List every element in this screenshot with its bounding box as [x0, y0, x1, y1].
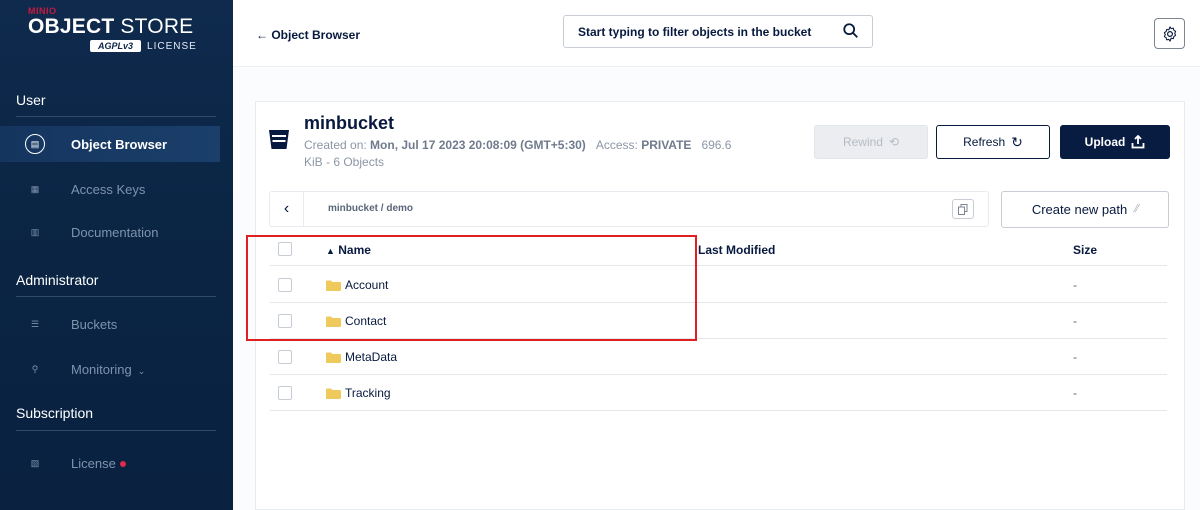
column-header-last-modified[interactable]: Last Modified [698, 243, 775, 257]
refresh-label: Refresh [963, 135, 1006, 149]
sidebar-item-license[interactable]: ▧ License [0, 445, 220, 481]
table-row[interactable]: MetaData - [270, 339, 1167, 375]
folder-icon [326, 352, 341, 363]
bucket-icon [269, 130, 289, 149]
copy-icon [958, 203, 968, 215]
row-name-cell[interactable]: MetaData [326, 350, 397, 364]
row-size: - [1073, 314, 1077, 328]
bucket-metadata: Created on: Mon, Jul 17 2023 20:08:09 (G… [304, 137, 814, 171]
minio-logo[interactable]: MINIO OBJECT STORE AGPLv3 LICENSE [28, 6, 197, 52]
logo-brand: OBJECT STORE [28, 16, 197, 38]
object-browser-icon: ▤ [25, 134, 45, 154]
created-label: Created on: [304, 138, 371, 152]
back-to-object-browser-link[interactable]: ← Object Browser [256, 28, 360, 42]
row-size: - [1073, 278, 1077, 292]
search-icon: ⚲ [31, 363, 39, 374]
document-icon: ▥ [30, 226, 40, 237]
refresh-button[interactable]: Refresh ↻ [936, 125, 1050, 159]
chevron-left-icon: ‹ [283, 200, 290, 217]
path-back-button[interactable]: ‹ [270, 192, 304, 226]
row-name: Tracking [345, 386, 391, 400]
copy-path-button[interactable] [952, 199, 974, 219]
rewind-icon: ⟲ [888, 135, 900, 149]
row-name: MetaData [345, 350, 398, 364]
create-path-label: Create new path [1031, 202, 1128, 217]
bucket-object-count: KiB - 6 Objects [304, 155, 385, 169]
sidebar-item-label: Object Browser [71, 136, 168, 152]
row-size: - [1073, 386, 1077, 400]
row-checkbox[interactable] [278, 386, 292, 400]
key-icon: ▦ [30, 183, 40, 194]
license-icon: ▧ [30, 457, 40, 468]
sidebar-item-label: Access Keys [71, 181, 146, 197]
sidebar-item-label: Documentation [71, 224, 159, 240]
row-checkbox[interactable] [278, 350, 292, 364]
upload-icon [1131, 135, 1145, 149]
sidebar: MINIO OBJECT STORE AGPLv3 LICENSE User ▤… [0, 0, 233, 510]
section-divider [16, 430, 216, 431]
rewind-label: Rewind [842, 135, 883, 149]
upload-label: Upload [1084, 135, 1126, 149]
access-label: Access: [595, 138, 642, 152]
create-path-icon: ⫽ [1133, 203, 1139, 215]
license-text: LICENSE [147, 40, 197, 52]
license-label: License [71, 455, 116, 471]
access-value: PRIVATE [641, 138, 692, 152]
sidebar-item-documentation[interactable]: ▥ Documentation [0, 214, 220, 250]
row-name-cell[interactable]: Tracking [326, 386, 391, 400]
license-alert-dot [119, 461, 126, 468]
settings-button[interactable] [1154, 18, 1185, 49]
sidebar-item-monitoring[interactable]: ⚲ Monitoring ⌄ [0, 351, 220, 387]
agpl-badge: AGPLv3 [90, 40, 142, 52]
section-title-user: User [16, 92, 46, 108]
search-icon[interactable] [842, 22, 860, 40]
created-value: Mon, Jul 17 2023 20:08:09 (GMT+5:30) [370, 138, 586, 152]
logo-brand-bold: OBJECT [28, 15, 115, 38]
section-divider [16, 296, 216, 297]
highlight-box [246, 235, 697, 341]
sidebar-item-access-keys[interactable]: ▦ Access Keys [0, 171, 220, 207]
sidebar-item-label: Monitoring ⌄ [71, 362, 145, 377]
search-box[interactable] [563, 15, 873, 48]
rewind-button[interactable]: Rewind ⟲ [814, 125, 928, 159]
bucket-name: minbucket [304, 113, 395, 133]
table-row[interactable]: Tracking - [270, 375, 1167, 411]
sidebar-item-label: Buckets [71, 316, 118, 332]
bucket-size: 696.6 [701, 138, 732, 152]
create-new-path-button[interactable]: Create new path ⫽ [1001, 191, 1169, 228]
sidebar-item-buckets[interactable]: ☰ Buckets [0, 306, 220, 342]
section-title-subscription: Subscription [16, 405, 94, 421]
folder-icon [326, 388, 341, 399]
column-header-size[interactable]: Size [1073, 243, 1097, 257]
search-input[interactable] [578, 24, 828, 39]
logo-brand-light: STORE [114, 15, 194, 38]
section-divider [16, 116, 216, 117]
logo-license: AGPLv3 LICENSE [90, 40, 197, 52]
bucket-icon: ☰ [30, 318, 40, 329]
upload-button[interactable]: Upload [1060, 125, 1170, 159]
sidebar-item-object-browser[interactable]: ▤ Object Browser [0, 126, 220, 162]
chevron-down-icon[interactable]: ⌄ [138, 366, 146, 376]
sidebar-item-label: License [71, 456, 126, 471]
monitoring-label: Monitoring [71, 361, 132, 377]
breadcrumb[interactable]: minbucket / demo [328, 203, 413, 214]
gear-icon [1163, 25, 1176, 42]
refresh-icon: ↻ [1011, 133, 1023, 150]
breadcrumb-bar: ‹ minbucket / demo [269, 191, 989, 227]
section-title-administrator: Administrator [16, 272, 99, 288]
row-size: - [1073, 350, 1077, 364]
